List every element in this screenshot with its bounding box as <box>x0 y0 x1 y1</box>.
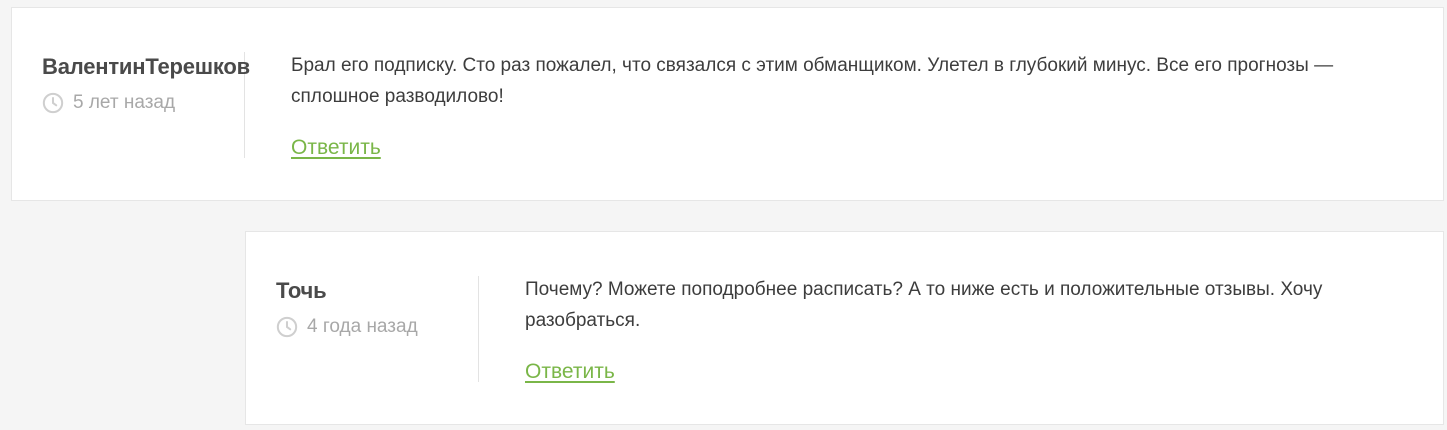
reply-comment-card: Точь 4 года назад Почему? Можете поподро… <box>245 231 1444 425</box>
clock-icon <box>276 316 298 338</box>
comment-meta: ВалентинТерешков 5 лет назад <box>42 52 250 158</box>
comment-card: ВалентинТерешков 5 лет назад Брал его по… <box>11 7 1444 201</box>
reply-link[interactable]: Ответить <box>291 136 381 160</box>
comment-author: ВалентинТерешков <box>42 54 250 79</box>
comment-content: Почему? Можете поподробнее расписать? А … <box>525 274 1425 384</box>
comment-text: Брал его подписку. Сто раз пожалел, что … <box>291 55 1334 107</box>
comment-author: Точь <box>276 278 327 303</box>
comment-time-row: 5 лет назад <box>42 92 244 114</box>
clock-icon <box>42 92 64 114</box>
reply-link[interactable]: Ответить <box>525 360 615 384</box>
comment-time: 4 года назад <box>307 316 418 337</box>
comment-content: Брал его подписку. Сто раз пожалел, что … <box>291 50 1371 160</box>
comment-meta: Точь 4 года назад <box>276 276 479 382</box>
comment-time-row: 4 года назад <box>276 316 478 338</box>
comment-time: 5 лет назад <box>73 92 176 113</box>
comment-text: Почему? Можете поподробнее расписать? А … <box>525 279 1323 331</box>
